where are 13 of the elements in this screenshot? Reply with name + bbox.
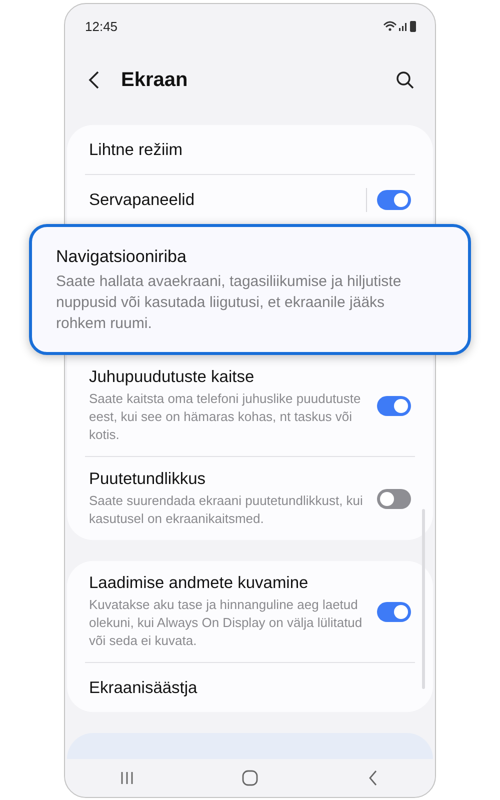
highlight-title: Navigatsiooniriba <box>56 247 188 267</box>
highlight-description: Saate hallata avaekraani, tagasiliikumise ja hiljutiste nuppusid või kasutada liigutusi, et ekraanile jääks rohkem ruumi. <box>56 272 402 334</box>
status-time: 12:45 <box>85 18 118 34</box>
setting-title[interactable]: Servapaneelid <box>89 190 354 210</box>
setting-title[interactable]: Ekraanisäästja <box>89 678 399 698</box>
setting-description: Saate suurendada ekraani puutetundlikkust, kui kasutusel on ekraanikaitsmed. <box>89 492 364 528</box>
setting-description: Saate kaitsta oma telefoni juhuslike puudutuste eest, kui see on hämaras kohas, nt taskus või kotis. <box>89 390 362 444</box>
setting-title[interactable]: Juhupuudutuste kaitse <box>89 368 365 387</box>
setting-title[interactable]: Puutetundlikkus <box>89 470 365 489</box>
page-title: Ekraan <box>121 68 189 92</box>
setting-title[interactable]: Lihtne režiim <box>89 140 399 160</box>
setting-description: Kuvatakse aku tase ja hinnanguline aeg laetud olekuni, kui Always On Display on välja lülitatud või seda ei kuvata. <box>89 596 364 650</box>
setting-title[interactable]: Laadimise andmete kuvamine <box>89 574 365 593</box>
